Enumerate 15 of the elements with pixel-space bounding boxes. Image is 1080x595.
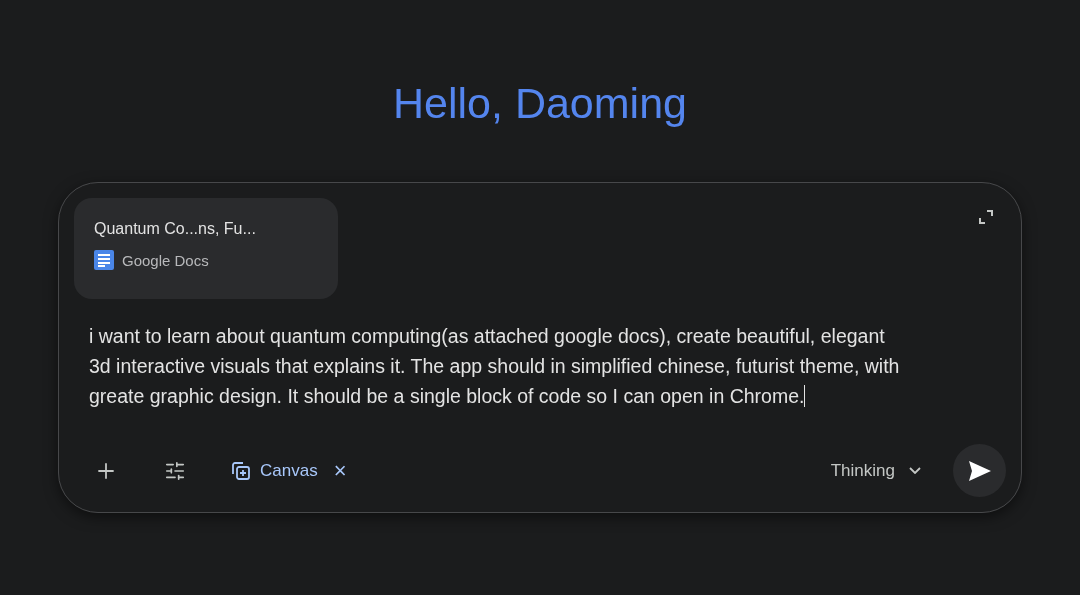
canvas-icon [230,459,252,482]
chevron-down-icon [909,467,921,474]
attachment-title: Quantum Co...ns, Fu... [94,220,257,238]
sliders-icon [164,459,186,482]
prompt-input[interactable]: i want to learn about quantum computing(as attached google docs), create beautiful, elegant 3d interactive visuals that explains it. The app should in simplified chinese, futurist theme, with greate graphic design. It should be a single block of code so I can open in Chrome. [89,321,1006,411]
remove-tool-button[interactable]: × [329,457,351,484]
attachment-source: Google Docs [122,251,209,269]
send-button[interactable] [953,444,1006,497]
send-icon [967,459,992,482]
expand-icon[interactable] [979,210,993,224]
model-selector[interactable]: Thinking [824,459,927,482]
document-icon [94,250,114,270]
canvas-button[interactable]: Canvas [226,455,322,486]
attachment-card[interactable]: Quantum Co...ns, Fu... Google Docs [74,198,338,299]
greeting: Hello, Daoming [393,78,687,129]
